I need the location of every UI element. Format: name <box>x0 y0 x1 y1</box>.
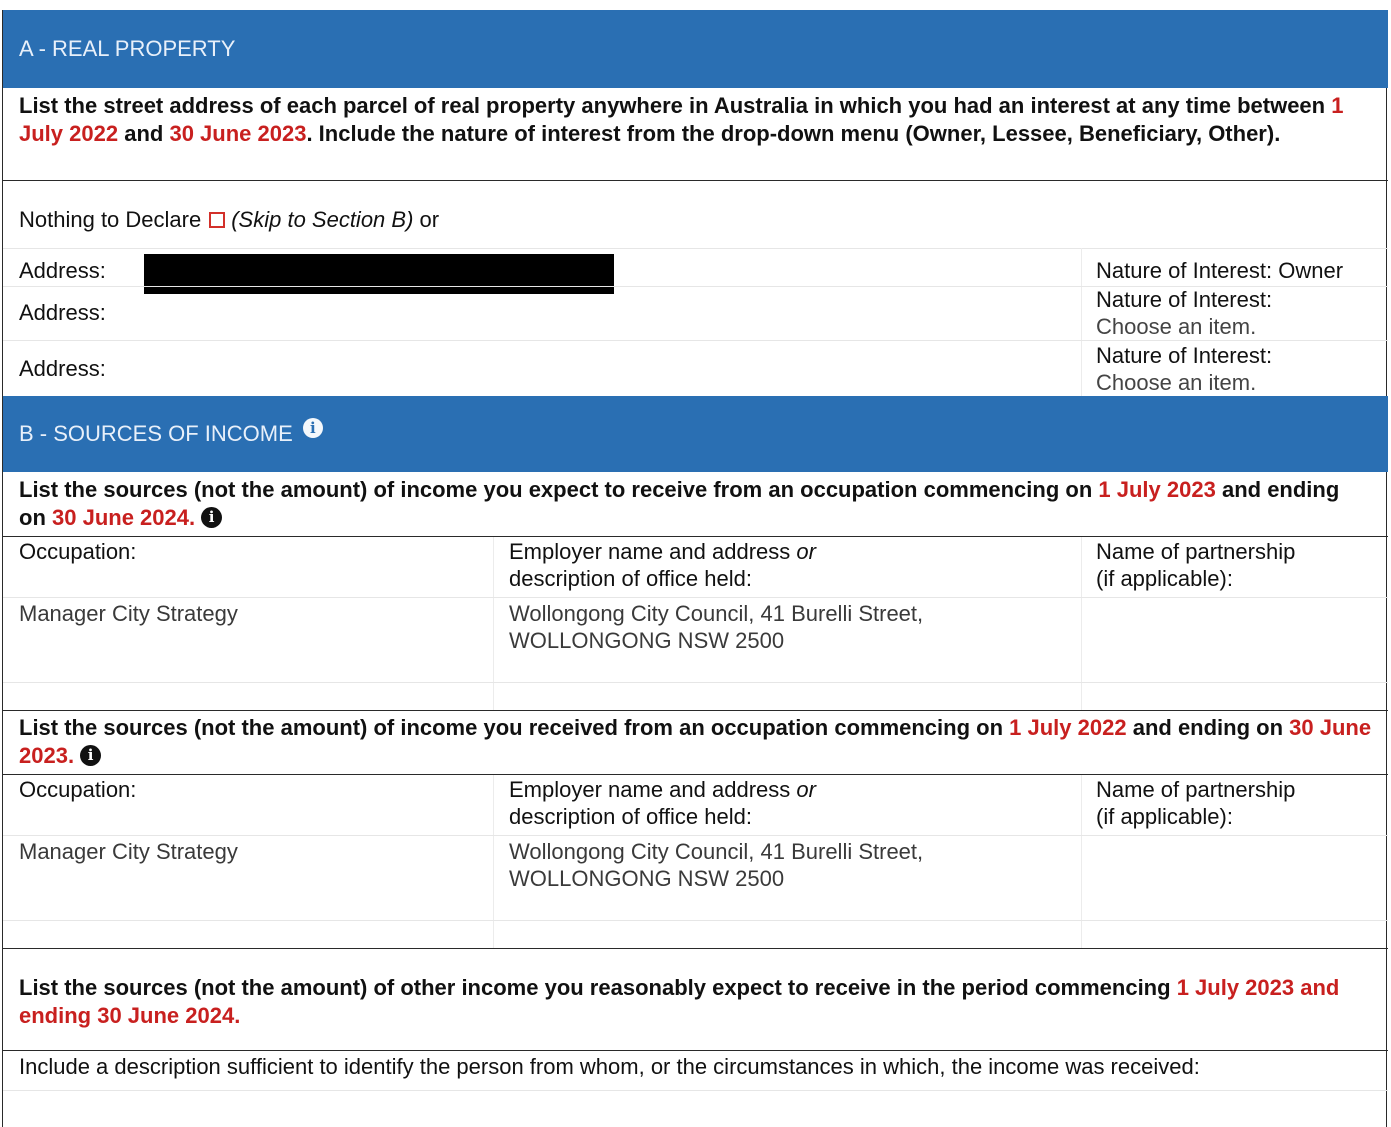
info-icon[interactable]: i <box>80 745 102 766</box>
other-income-instruction: List the sources (not the amount) of oth… <box>19 975 1340 1028</box>
property-address-label: Address: <box>19 300 106 325</box>
occupation-header: Occupation: <box>19 539 137 564</box>
property-address-label: Address: <box>19 258 106 283</box>
employer-field[interactable]: Wollongong City Council, 41 Burelli Stre… <box>509 600 923 654</box>
nature-of-interest[interactable]: Nature of Interest: Owner <box>1096 257 1343 284</box>
previous-income-instruction: List the sources (not the amount) of inc… <box>19 715 1372 768</box>
employer-header: Employer name and address or description… <box>509 777 816 829</box>
nature-of-interest[interactable]: Nature of Interest: Choose an item. <box>1096 286 1272 340</box>
section-a-header: A - REAL PROPERTY <box>3 10 1388 88</box>
info-icon[interactable]: i <box>302 418 323 438</box>
section-a-title: A - REAL PROPERTY <box>19 36 236 61</box>
period-end-date: 30 June 2023 <box>169 121 307 146</box>
nature-dropdown[interactable]: Choose an item. <box>1096 313 1272 340</box>
occupation-field[interactable]: Manager City Strategy <box>19 838 238 865</box>
occupation-field[interactable]: Manager City Strategy <box>19 600 238 627</box>
nature-dropdown[interactable]: Choose an item. <box>1096 369 1272 396</box>
partnership-header: Name of partnership (if applicable): <box>1096 539 1296 591</box>
info-icon[interactable]: i <box>201 507 223 528</box>
nothing-to-declare-checkbox[interactable] <box>209 212 226 228</box>
property-address-label: Address: <box>19 356 106 381</box>
section-a-instruction: List the street address of each parcel o… <box>19 93 1344 146</box>
section-b-title: B - SOURCES OF INCOME <box>19 421 293 446</box>
current-income-instruction: List the sources (not the amount) of inc… <box>19 477 1340 530</box>
skip-note: (Skip to Section B) <box>231 207 414 232</box>
nothing-to-declare-label: Nothing to Declare <box>19 207 202 232</box>
nature-of-interest[interactable]: Nature of Interest: Choose an item. <box>1096 342 1272 396</box>
partnership-header: Name of partnership (if applicable): <box>1096 777 1296 829</box>
disclosure-form: A - REAL PROPERTY List the street addres… <box>2 10 1388 1127</box>
nothing-to-declare-row: Nothing to Declare (Skip to Section B) or <box>19 207 440 232</box>
redacted-address <box>144 254 614 294</box>
employer-header: Employer name and address or description… <box>509 539 816 591</box>
occupation-header: Occupation: <box>19 777 137 802</box>
section-b-header: B - SOURCES OF INCOME i <box>3 396 1388 472</box>
description-note: Include a description sufficient to iden… <box>19 1054 1200 1079</box>
employer-field[interactable]: Wollongong City Council, 41 Burelli Stre… <box>509 838 923 892</box>
